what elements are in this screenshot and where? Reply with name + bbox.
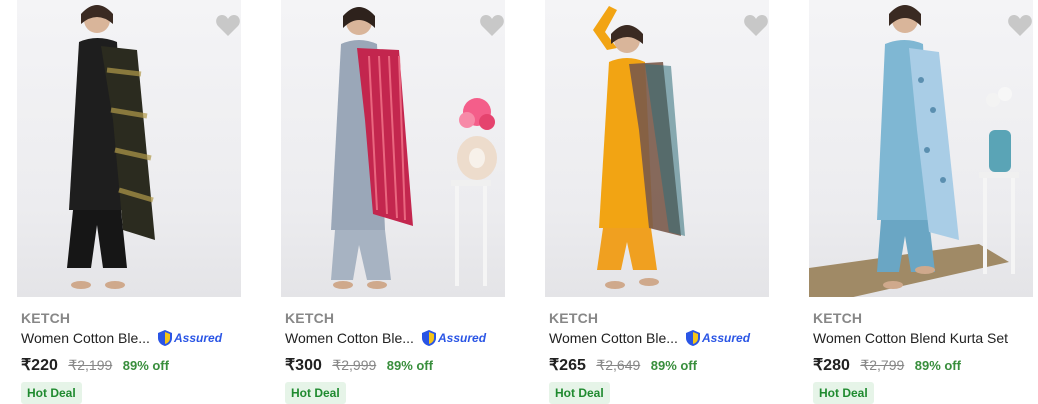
shield-icon: [158, 330, 172, 346]
original-price: ₹2,649: [596, 357, 641, 373]
price-row: ₹300 ₹2,999 89% off: [285, 355, 433, 375]
discount-percent: 89% off: [122, 358, 169, 373]
selling-price: ₹280: [813, 357, 850, 374]
product-image[interactable]: [545, 0, 769, 297]
assured-badge: Assured: [157, 328, 222, 348]
original-price: ₹2,199: [68, 357, 113, 373]
assured-badge: Assured: [685, 328, 750, 348]
discount-percent: 89% off: [386, 358, 433, 373]
product-card[interactable]: KETCH Women Cotton Ble... Assured ₹300 ₹…: [281, 0, 505, 404]
shield-icon: [686, 330, 700, 346]
model-figure: [593, 6, 685, 289]
selling-price: ₹265: [549, 357, 586, 374]
assured-label: Assured: [438, 331, 487, 345]
selling-price: ₹220: [21, 357, 58, 374]
discount-percent: 89% off: [650, 358, 697, 373]
heart-icon[interactable]: [743, 14, 769, 38]
product-brand: KETCH: [813, 310, 863, 326]
heart-icon[interactable]: [479, 14, 505, 38]
assured-label: Assured: [702, 331, 751, 345]
product-card[interactable]: KETCH Women Cotton Ble... Assured ₹220 ₹…: [17, 0, 241, 404]
original-price: ₹2,799: [860, 357, 905, 373]
model-figure: [67, 5, 155, 289]
deal-badge: Hot Deal: [21, 382, 82, 404]
product-title[interactable]: Women Cotton Ble...: [549, 330, 678, 346]
discount-percent: 89% off: [914, 358, 961, 373]
deal-badge: Hot Deal: [813, 382, 874, 404]
product-image[interactable]: [17, 0, 241, 297]
original-price: ₹2,999: [332, 357, 377, 373]
product-image[interactable]: [809, 0, 1033, 297]
assured-label: Assured: [174, 331, 223, 345]
assured-badge: Assured: [421, 328, 486, 348]
product-brand: KETCH: [21, 310, 71, 326]
price-row: ₹220 ₹2,199 89% off: [21, 355, 169, 375]
selling-price: ₹300: [285, 357, 322, 374]
product-title[interactable]: Women Cotton Ble...: [285, 330, 414, 346]
price-row: ₹265 ₹2,649 89% off: [549, 355, 697, 375]
product-card[interactable]: KETCH Women Cotton Blend Kurta Set ₹280 …: [809, 0, 1033, 404]
model-figure: [809, 5, 1019, 297]
product-image[interactable]: [281, 0, 505, 297]
heart-icon[interactable]: [215, 14, 241, 38]
product-card[interactable]: KETCH Women Cotton Ble... Assured ₹265 ₹…: [545, 0, 769, 404]
product-brand: KETCH: [285, 310, 335, 326]
deal-badge: Hot Deal: [549, 382, 610, 404]
product-title[interactable]: Women Cotton Blend Kurta Set: [813, 330, 1008, 346]
product-title[interactable]: Women Cotton Ble...: [21, 330, 150, 346]
deal-badge: Hot Deal: [285, 382, 346, 404]
product-brand: KETCH: [549, 310, 599, 326]
model-figure: [331, 7, 497, 289]
heart-icon[interactable]: [1007, 14, 1033, 38]
shield-icon: [422, 330, 436, 346]
price-row: ₹280 ₹2,799 89% off: [813, 355, 961, 375]
